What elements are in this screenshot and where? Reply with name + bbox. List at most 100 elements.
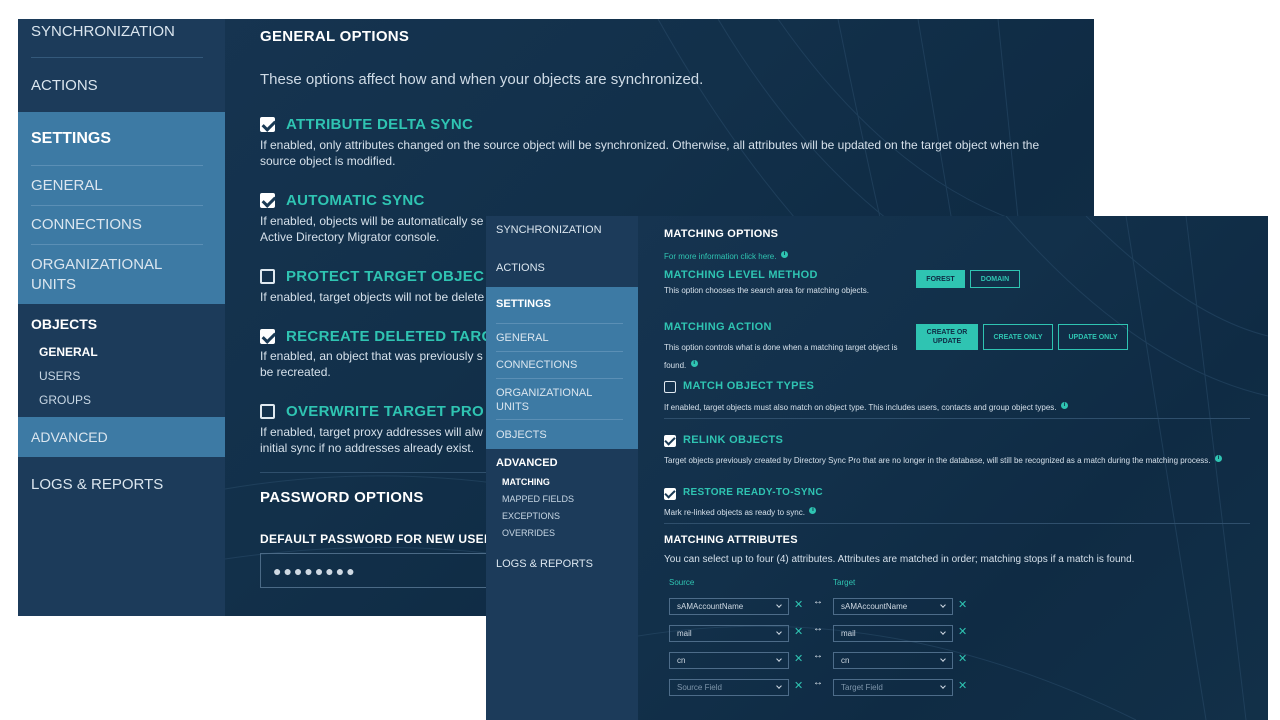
section-title: GENERAL OPTIONS [260,28,410,45]
clear-target-icon[interactable]: ✕ [958,681,967,692]
option-title: PROTECT TARGET OBJEC [286,268,485,285]
update-only-button[interactable]: UPDATE ONLY [1058,324,1128,350]
chevron-down-icon [940,683,946,689]
clear-target-icon[interactable]: ✕ [958,627,967,638]
sidebar-subitem-mapped-fields[interactable]: MAPPED FIELDS [486,494,638,504]
relink-objects-desc: Target objects previously created by Dir… [664,456,1211,465]
chevron-down-icon [776,683,782,689]
option-description: initial sync if no addresses already exi… [260,441,475,455]
automatic-sync-checkbox[interactable] [260,193,275,208]
select-value: sAMAccountName [677,602,744,611]
sidebar-subitem-overrides[interactable]: OVERRIDES [486,528,638,538]
info-icon: i [1214,455,1222,463]
info-icon: i [780,251,788,259]
clear-source-icon[interactable]: ✕ [794,681,803,692]
overwrite-target-proxy-checkbox[interactable] [260,404,275,419]
restore-ready-to-sync-checkbox[interactable] [664,488,676,500]
sidebar-item-objects[interactable]: OBJECTS [18,316,225,332]
map-arrow-icon: ↔ [813,596,823,607]
sidebar-subitem-users[interactable]: USERS [18,369,225,383]
source-field-select[interactable]: Source Field [669,679,789,696]
sidebar-item-logs-reports[interactable]: LOGS & REPORTS [486,558,638,570]
option-description: If enabled, objects will be automaticall… [260,214,484,228]
sidebar-item-organizational-units[interactable]: ORGANIZATIONAL UNITS [486,386,606,414]
divider [31,165,203,166]
divider [664,418,1250,419]
default-password-label: DEFAULT PASSWORD FOR NEW USERS [260,532,502,546]
forest-button[interactable]: FOREST [916,270,965,288]
sidebar-item-actions[interactable]: ACTIONS [18,77,225,94]
protect-target-objects-checkbox[interactable] [260,269,275,284]
matching-attributes-title: MATCHING ATTRIBUTES [664,534,798,546]
option-title: RECREATE DELETED TARG [286,328,494,345]
divider [31,244,203,245]
matching-level-method-title: MATCHING LEVEL METHOD [664,269,818,281]
sidebar-item-advanced[interactable]: ADVANCED [18,429,225,445]
select-value: cn [841,656,850,665]
map-arrow-icon: ↔ [813,623,823,634]
source-field-select[interactable]: sAMAccountName [669,598,789,615]
chevron-down-icon [776,602,782,608]
select-placeholder: Source Field [677,683,722,692]
match-object-types-desc-row: If enabled, target objects must also mat… [664,397,1254,415]
divider [31,57,203,58]
sidebar-item-actions[interactable]: ACTIONS [486,262,638,274]
sidebar-subitem-exceptions[interactable]: EXCEPTIONS [486,511,638,521]
sidebar-item-synchronization[interactable]: SYNCHRONIZATION [486,224,638,236]
divider [496,378,623,379]
sidebar-item-connections[interactable]: CONNECTIONS [18,216,225,233]
clear-target-icon[interactable]: ✕ [958,600,967,611]
create-only-button[interactable]: CREATE ONLY [983,324,1053,350]
matching-action-title: MATCHING ACTION [664,321,772,333]
sidebar-subitem-general[interactable]: GENERAL [18,345,225,359]
divider [496,419,623,420]
source-field-select[interactable]: cn [669,652,789,669]
clear-target-icon[interactable]: ✕ [958,654,967,665]
attribute-delta-sync-checkbox[interactable] [260,117,275,132]
sidebar-item-general[interactable]: GENERAL [18,177,225,194]
create-or-update-button[interactable]: CREATE OR UPDATE [916,324,978,350]
more-info-link[interactable]: For more information click here. [664,252,776,261]
sidebar-item-logs-reports[interactable]: LOGS & REPORTS [18,476,225,493]
match-object-types-checkbox[interactable] [664,381,676,393]
recreate-deleted-targets-checkbox[interactable] [260,329,275,344]
chevron-down-icon [940,629,946,635]
sidebar-item-synchronization[interactable]: SYNCHRONIZATION [18,23,225,40]
source-field-select[interactable]: mail [669,625,789,642]
section-title: MATCHING OPTIONS [664,228,779,240]
select-placeholder: Target Field [841,683,883,692]
relink-objects-checkbox[interactable] [664,435,676,447]
divider [664,523,1250,524]
target-field-select[interactable]: mail [833,625,953,642]
sidebar-item-settings[interactable]: SETTINGS [486,298,638,310]
option-description: Active Directory Migrator console. [260,230,440,244]
sidebar-item-organizational-units[interactable]: ORGANIZATIONAL UNITS [18,255,188,295]
sidebar-item-objects[interactable]: OBJECTS [486,429,638,441]
clear-source-icon[interactable]: ✕ [794,600,803,611]
more-info-row[interactable]: For more information click here. i [664,246,788,264]
sidebar-subitem-matching[interactable]: MATCHING [486,477,638,487]
option-description: If enabled, an object that was previousl… [260,349,483,363]
sidebar-item-advanced[interactable]: ADVANCED [486,457,638,469]
info-icon: i [690,360,698,368]
clear-source-icon[interactable]: ✕ [794,654,803,665]
match-object-types-title: MATCH OBJECT TYPES [683,380,815,392]
sidebar-item-general[interactable]: GENERAL [486,332,638,344]
info-icon: i [809,507,817,515]
target-field-select[interactable]: cn [833,652,953,669]
sidebar-item-settings[interactable]: SETTINGS [18,130,225,148]
sidebar: SYNCHRONIZATION ACTIONS SETTINGS GENERAL… [18,19,225,616]
domain-button[interactable]: DOMAIN [970,270,1020,288]
divider [496,351,623,352]
source-column-label: Source [669,578,695,587]
target-field-select[interactable]: Target Field [833,679,953,696]
option-description: be recreated. [260,365,331,379]
chevron-down-icon [776,656,782,662]
target-field-select[interactable]: sAMAccountName [833,598,953,615]
clear-source-icon[interactable]: ✕ [794,627,803,638]
sidebar: SYNCHRONIZATION ACTIONS SETTINGS GENERAL… [486,216,638,720]
relink-objects-title: RELINK OBJECTS [683,434,784,446]
sidebar-item-connections[interactable]: CONNECTIONS [486,359,638,371]
matching-action-desc-row: This option controls what is done when a… [664,337,904,373]
sidebar-subitem-groups[interactable]: GROUPS [18,393,225,407]
